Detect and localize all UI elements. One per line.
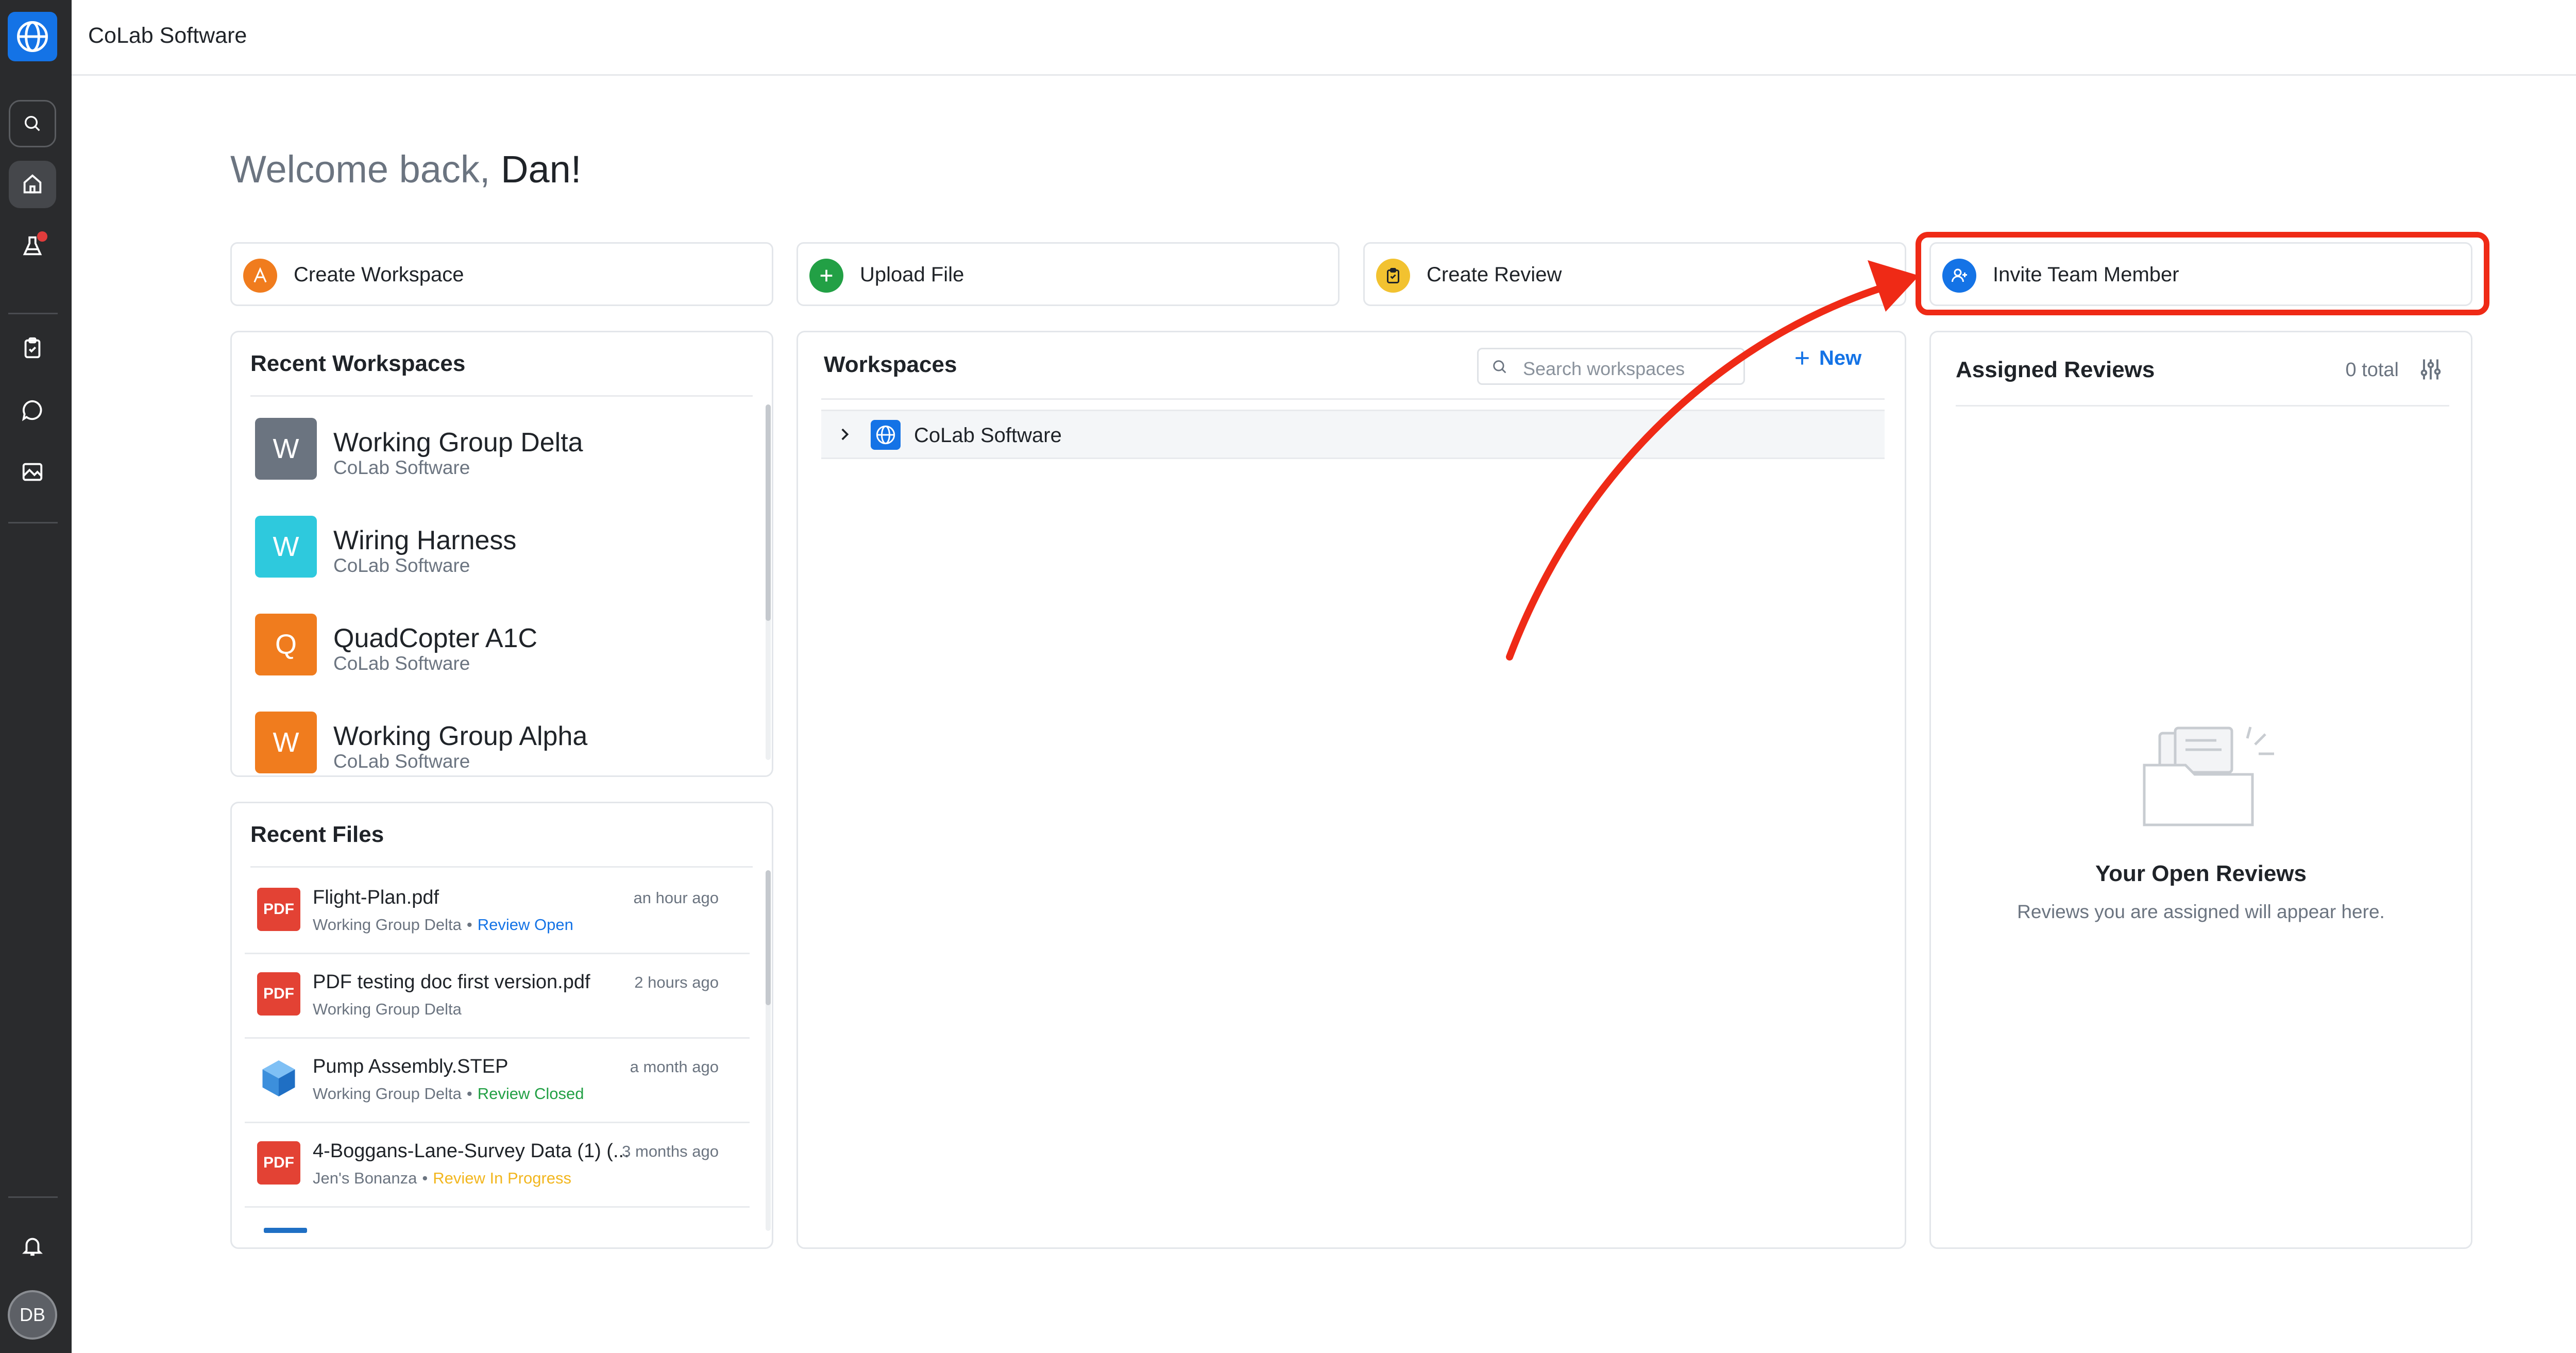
annotation-arrow bbox=[1506, 260, 1919, 661]
